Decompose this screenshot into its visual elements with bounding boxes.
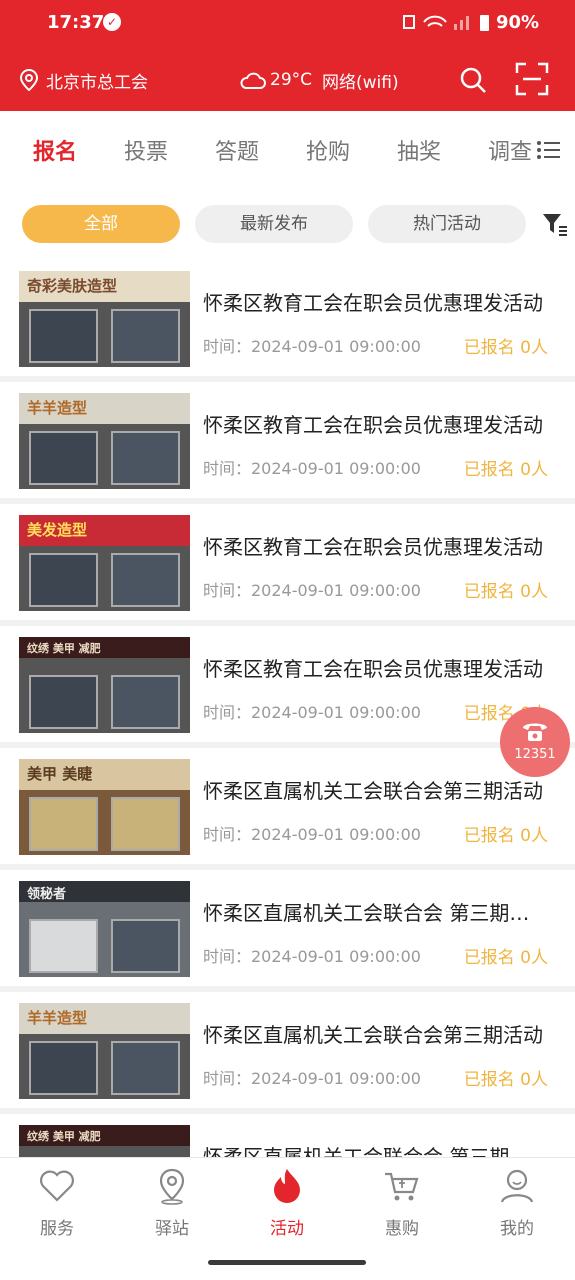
signup-count: 已报名 0人 (463, 338, 548, 358)
nav-label: 我的 (500, 1219, 534, 1239)
signup-count: 已报名 0人 (463, 1070, 548, 1090)
activity-thumbnail: 纹绣 美甲 减肥 (19, 637, 190, 733)
list-item[interactable]: 美甲 美睫 怀柔区直属机关工会联合会第三期活动 时间：2024-09-01 09… (0, 748, 575, 864)
item-time: 时间：2024-09-01 09:00:00 (203, 703, 421, 722)
weather-info: 29°C 网络(wifi) (240, 66, 399, 94)
network-status: 网络(wifi) (322, 72, 399, 93)
activity-thumbnail: 奇彩美肤造型 (19, 271, 190, 367)
cloud-icon (240, 72, 266, 89)
temperature: 29°C (270, 70, 313, 90)
shop-sign: 领秘者 (27, 887, 67, 902)
shop-sign: 羊羊造型 (27, 399, 88, 417)
shop-sign: 羊羊造型 (27, 1009, 88, 1027)
item-title: 怀柔区直属机关工会联合会第三期活动 (203, 1023, 543, 1047)
phone-icon (523, 723, 547, 741)
item-title: 怀柔区教育工会在职会员优惠理发活动 (203, 535, 543, 559)
item-title: 怀柔区教育工会在职会员优惠理发活动 (203, 291, 543, 315)
flame-icon (274, 1169, 300, 1203)
check-icon: ✓ (103, 13, 121, 31)
filter-popular[interactable]: 热门活动 (368, 205, 526, 243)
item-title: 怀柔区直属机关工会联合会第三期活动 (203, 779, 543, 803)
location-pin-icon (20, 69, 38, 91)
scan-icon[interactable] (515, 62, 549, 96)
app-header: 17:37 ✓ 90% 北京市总工会 29°C 网络(wifi) (0, 0, 575, 111)
activity-thumbnail: 美甲 美睫 (19, 759, 190, 855)
hotline-number: 12351 (514, 747, 556, 762)
nav-services[interactable]: 服务 (17, 1166, 97, 1239)
signup-count: 已报名 0人 (463, 826, 548, 846)
shop-sign: 美甲 美睫 (27, 765, 93, 783)
item-title: 怀柔区教育工会在职会员优惠理发活动 (203, 657, 543, 681)
search-icon[interactable] (459, 66, 487, 94)
item-time: 时间：2024-09-01 09:00:00 (203, 825, 421, 844)
list-item[interactable]: 领秘者 怀柔区直属机关工会联合会 第三期活动 时间：2024-09-01 09:… (0, 870, 575, 986)
status-time: 17:37 (47, 12, 105, 33)
shop-sign: 奇彩美肤造型 (27, 277, 118, 295)
list-item[interactable]: 美发造型 怀柔区教育工会在职会员优惠理发活动 时间：2024-09-01 09:… (0, 504, 575, 620)
location-selector[interactable]: 北京市总工会 (20, 66, 148, 94)
hotline-button[interactable]: 12351 (500, 707, 570, 777)
nav-label: 活动 (270, 1219, 304, 1239)
user-icon (500, 1169, 534, 1203)
activity-thumbnail: 领秘者 (19, 881, 190, 977)
tab-lottery[interactable]: 抽奖 (397, 134, 441, 166)
tab-signup[interactable]: 报名 (33, 134, 77, 166)
home-indicator[interactable] (208, 1260, 366, 1265)
item-title: 怀柔区教育工会在职会员优惠理发活动 (203, 413, 543, 437)
status-bar: 17:37 ✓ 90% (0, 0, 575, 48)
location-pin-icon (159, 1168, 185, 1205)
signup-count: 已报名 0人 (463, 948, 548, 968)
heart-icon (40, 1170, 74, 1202)
nav-label: 驿站 (155, 1219, 189, 1239)
nav-label: 服务 (40, 1219, 74, 1239)
tab-quiz[interactable]: 答题 (215, 134, 259, 166)
activity-thumbnail: 羊羊造型 (19, 393, 190, 489)
nav-label: 惠购 (385, 1219, 419, 1239)
tab-flash-sale[interactable]: 抢购 (306, 134, 350, 166)
filter-all[interactable]: 全部 (22, 205, 180, 243)
list-item[interactable]: 羊羊造型 怀柔区直属机关工会联合会第三期活动 时间：2024-09-01 09:… (0, 992, 575, 1108)
shop-sign: 纹绣 美甲 减肥 (27, 642, 101, 655)
item-time: 时间：2024-09-01 09:00:00 (203, 337, 421, 356)
filter-latest[interactable]: 最新发布 (195, 205, 353, 243)
battery-level: 90% (496, 12, 540, 33)
signal-icons (400, 12, 490, 36)
activity-thumbnail: 美发造型 (19, 515, 190, 611)
nav-station[interactable]: 驿站 (132, 1166, 212, 1239)
list-item[interactable]: 奇彩美肤造型 怀柔区教育工会在职会员优惠理发活动 时间：2024-09-01 0… (0, 260, 575, 376)
nav-shopping[interactable]: 惠购 (362, 1166, 442, 1239)
item-time: 时间：2024-09-01 09:00:00 (203, 581, 421, 600)
item-time: 时间：2024-09-01 09:00:00 (203, 459, 421, 478)
shop-sign: 纹绣 美甲 减肥 (27, 1130, 101, 1143)
tab-vote[interactable]: 投票 (124, 134, 168, 166)
signup-count: 已报名 0人 (463, 582, 548, 602)
filter-icon[interactable] (542, 211, 568, 237)
item-time: 时间：2024-09-01 09:00:00 (203, 947, 421, 966)
shop-sign: 美发造型 (27, 521, 88, 539)
shopping-cart-icon (385, 1172, 419, 1201)
nav-profile[interactable]: 我的 (477, 1166, 557, 1239)
list-item[interactable]: 羊羊造型 怀柔区教育工会在职会员优惠理发活动 时间：2024-09-01 09:… (0, 382, 575, 498)
location-text: 北京市总工会 (46, 72, 148, 93)
tab-survey[interactable]: 调查 (488, 134, 532, 166)
list-item[interactable]: 纹绣 美甲 减肥 怀柔区教育工会在职会员优惠理发活动 时间：2024-09-01… (0, 626, 575, 742)
menu-icon[interactable] (536, 140, 560, 160)
item-time: 时间：2024-09-01 09:00:00 (203, 1069, 421, 1088)
signup-count: 已报名 0人 (463, 460, 548, 480)
activity-thumbnail: 羊羊造型 (19, 1003, 190, 1099)
item-title: 怀柔区直属机关工会联合会 第三期活动 (203, 901, 543, 925)
nav-activity[interactable]: 活动 (247, 1166, 327, 1239)
